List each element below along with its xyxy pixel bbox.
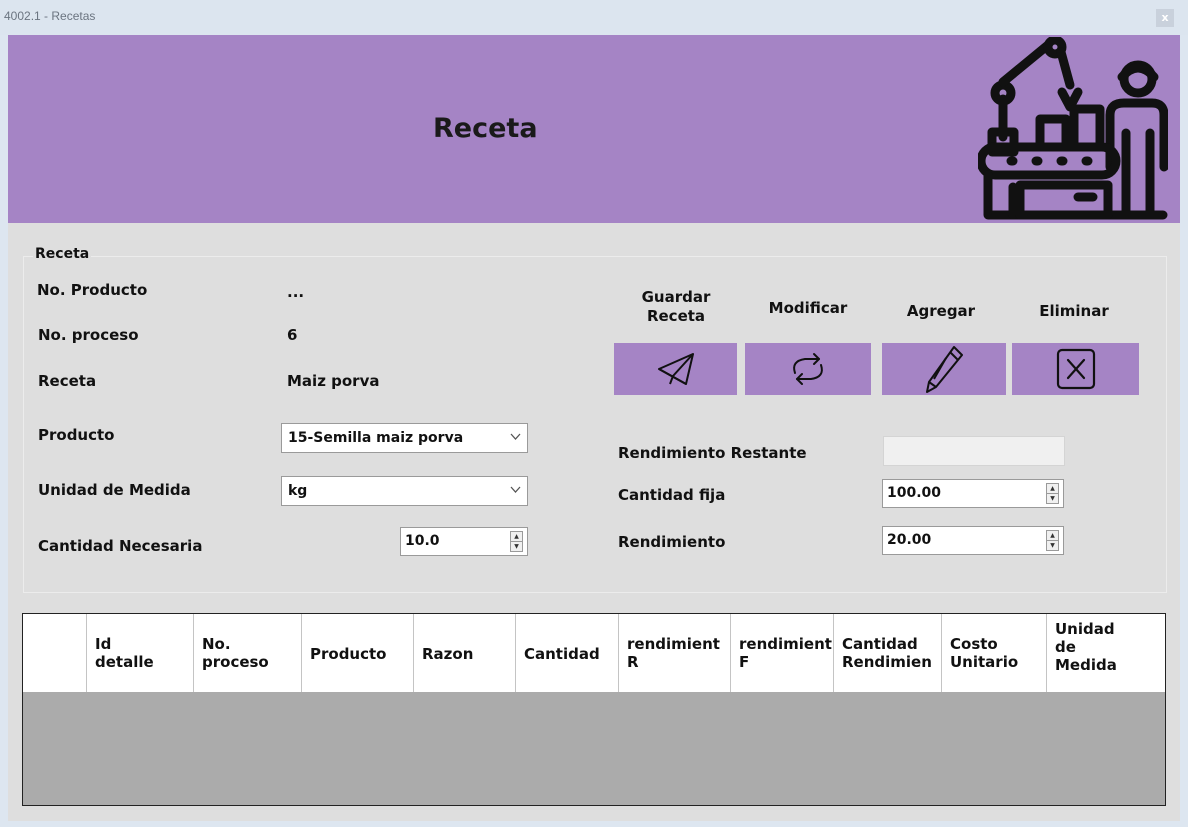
stepper-buttons[interactable]: ▲ ▼ <box>510 531 523 552</box>
guardar-receta-label: Guardar Receta <box>641 288 711 325</box>
stepper-down-icon[interactable]: ▼ <box>1047 541 1058 550</box>
eliminar-button[interactable] <box>1012 343 1139 395</box>
column-header-costo-unitario[interactable]: Costo Unitario <box>942 614 1047 692</box>
unidad-medida-select[interactable]: kg <box>281 476 528 506</box>
column-header-cantidad[interactable]: Cantidad <box>516 614 619 692</box>
page-title: Receta <box>433 113 538 144</box>
producto-label: Producto <box>38 426 115 444</box>
stepper-buttons[interactable]: ▲ ▼ <box>1046 530 1059 551</box>
cantidad-fija-stepper[interactable]: 100.00 ▲ ▼ <box>882 479 1064 508</box>
send-icon <box>657 353 694 385</box>
cantidad-fija-label: Cantidad fija <box>618 486 726 504</box>
eliminar-label: Eliminar <box>1039 302 1109 320</box>
rendimiento-restante-field <box>883 436 1065 466</box>
group-title: Receta <box>33 246 92 262</box>
column-header-rendimiento-r[interactable]: rendimient R <box>619 614 731 692</box>
no-producto-label: No. Producto <box>37 281 148 299</box>
agregar-label: Agregar <box>906 302 976 320</box>
grid-header: Id detalle No. proceso Producto Razon Ca… <box>23 614 1165 692</box>
unidad-medida-label: Unidad de Medida <box>38 481 191 499</box>
stepper-up-icon[interactable]: ▲ <box>1047 531 1058 541</box>
modificar-button[interactable] <box>745 343 871 395</box>
factory-worker-icon <box>978 37 1168 220</box>
agregar-button[interactable] <box>882 343 1006 395</box>
rendimiento-value: 20.00 <box>887 532 932 548</box>
cantidad-necesaria-stepper[interactable]: 10.0 ▲ ▼ <box>400 527 528 556</box>
cantidad-fija-value: 100.00 <box>887 485 942 501</box>
stepper-up-icon[interactable]: ▲ <box>1047 484 1058 494</box>
producto-select[interactable]: 15-Semilla maiz porva <box>281 423 528 453</box>
stepper-down-icon[interactable]: ▼ <box>1047 494 1058 503</box>
refresh-icon <box>793 353 823 385</box>
receta-label: Receta <box>38 372 97 390</box>
chevron-down-icon <box>510 433 521 440</box>
title-bar: 4002.1 - Recetas x <box>0 0 1188 35</box>
cantidad-necesaria-value: 10.0 <box>405 533 440 549</box>
rendimiento-label: Rendimiento <box>618 533 726 551</box>
unidad-medida-select-value: kg <box>288 483 308 499</box>
cantidad-necesaria-label: Cantidad Necesaria <box>38 537 203 555</box>
stepper-up-icon[interactable]: ▲ <box>511 532 522 542</box>
detalle-grid[interactable]: Id detalle No. proceso Producto Razon Ca… <box>22 613 1166 806</box>
pencil-icon <box>926 346 963 393</box>
column-header-id-detalle[interactable]: Id detalle <box>87 614 194 692</box>
stepper-down-icon[interactable]: ▼ <box>511 542 522 551</box>
rendimiento-restante-label: Rendimiento Restante <box>618 444 807 462</box>
stepper-buttons[interactable]: ▲ ▼ <box>1046 483 1059 504</box>
no-producto-value: ... <box>287 283 305 301</box>
column-header-no-proceso[interactable]: No. proceso <box>194 614 302 692</box>
close-box-icon <box>1056 348 1095 390</box>
no-proceso-value: 6 <box>287 326 298 344</box>
chevron-down-icon <box>510 486 521 493</box>
column-header-unidad-medida[interactable]: Unidad de Medida <box>1047 614 1165 692</box>
column-header-cantidad-rendimiento[interactable]: Cantidad Rendimien <box>834 614 942 692</box>
header-banner: Receta <box>8 35 1180 223</box>
column-header-producto[interactable]: Producto <box>302 614 414 692</box>
no-proceso-label: No. proceso <box>38 326 139 344</box>
column-header-rendimiento-f[interactable]: rendimient F <box>731 614 834 692</box>
close-button[interactable]: x <box>1156 9 1174 27</box>
receta-value: Maiz porva <box>287 372 380 390</box>
window-title: 4002.1 - Recetas <box>4 9 96 23</box>
producto-select-value: 15-Semilla maiz porva <box>288 430 464 446</box>
column-header-rowselector[interactable] <box>23 614 87 692</box>
modificar-label: Modificar <box>768 299 848 317</box>
recetas-window: Receta Receta No. Producto ... No. proce… <box>8 35 1180 821</box>
column-header-razon[interactable]: Razon <box>414 614 516 692</box>
guardar-receta-button[interactable] <box>614 343 737 395</box>
rendimiento-stepper[interactable]: 20.00 ▲ ▼ <box>882 526 1064 555</box>
